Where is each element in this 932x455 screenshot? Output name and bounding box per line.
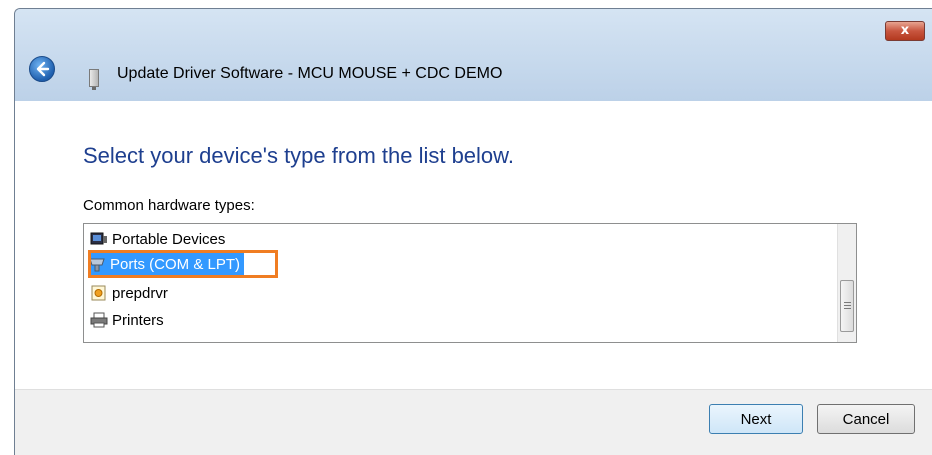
printer-icon	[90, 312, 108, 328]
update-driver-dialog: x Update Driver Software - MCU MOUSE + C…	[14, 8, 932, 455]
dialog-footer: Next Cancel	[15, 389, 932, 455]
list-item-portable-devices[interactable]: Portable Devices	[90, 228, 225, 250]
scrollbar-thumb[interactable]	[840, 280, 854, 332]
title-bar: x Update Driver Software - MCU MOUSE + C…	[15, 9, 932, 101]
hardware-types-label: Common hardware types:	[83, 197, 255, 214]
cancel-button[interactable]: Cancel	[817, 404, 915, 434]
window-title: Update Driver Software - MCU MOUSE + CDC…	[117, 65, 503, 82]
list-item-prepdrvr[interactable]: prepdrvr	[90, 282, 168, 304]
hardware-types-list[interactable]: Portable Devices Ports (COM & LPT) prepd…	[83, 223, 857, 343]
portable-device-icon	[90, 231, 108, 247]
back-arrow-icon[interactable]	[29, 56, 55, 82]
next-button[interactable]: Next	[709, 404, 803, 434]
page-heading: Select your device's type from the list …	[83, 143, 514, 168]
driver-icon	[90, 285, 108, 301]
list-item-label: prepdrvr	[112, 284, 168, 302]
close-button[interactable]: x	[885, 21, 925, 41]
list-item-printers[interactable]: Printers	[90, 309, 164, 331]
device-icon	[89, 69, 99, 90]
list-scrollbar[interactable]	[837, 224, 856, 342]
close-icon: x	[900, 23, 910, 38]
list-item-label: Printers	[112, 311, 164, 329]
selection-highlight-box	[88, 250, 278, 278]
list-item-label: Portable Devices	[112, 230, 226, 248]
main-content: Select your device's type from the list …	[15, 101, 932, 389]
